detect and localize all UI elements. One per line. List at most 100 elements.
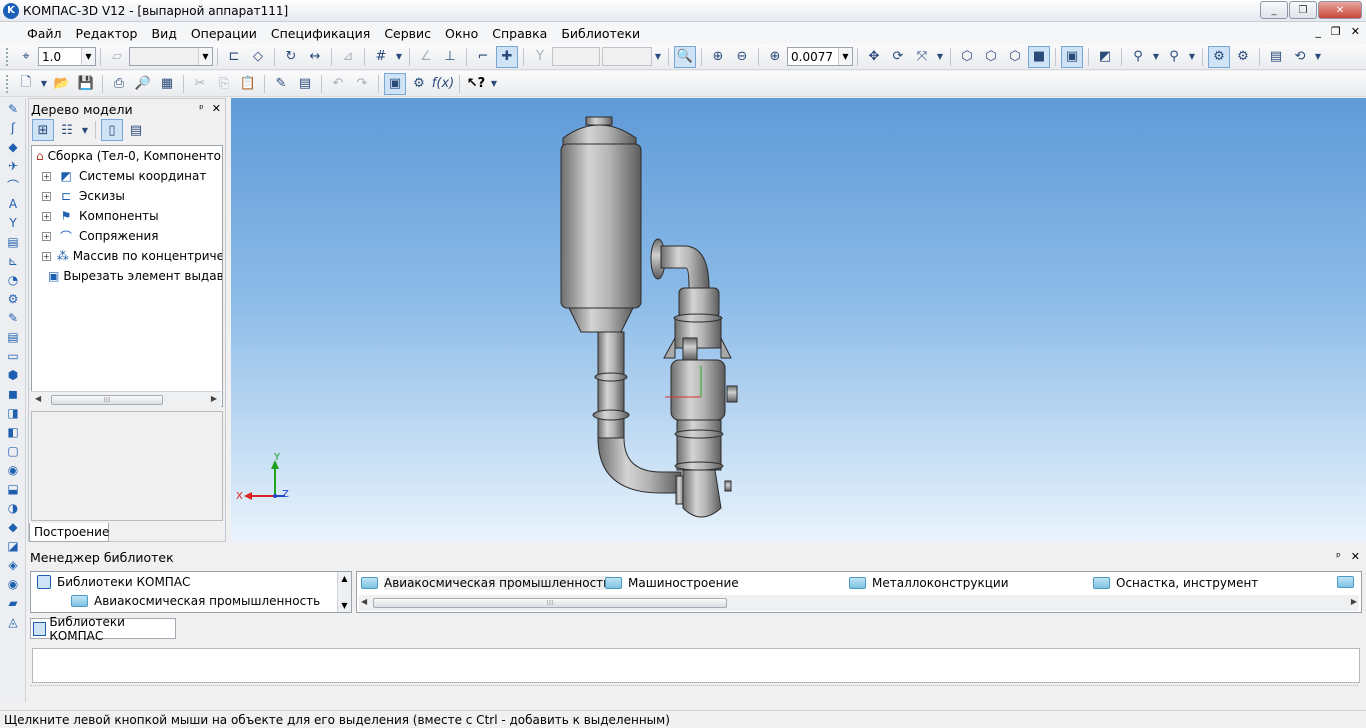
menu-service[interactable]: Сервис bbox=[377, 26, 438, 41]
close-icon[interactable]: ✕ bbox=[1351, 550, 1360, 563]
body-icon[interactable]: ◉ bbox=[3, 462, 23, 478]
measure-icon[interactable]: ⊾ bbox=[3, 253, 23, 269]
scroll-right-icon[interactable]: ▶ bbox=[1351, 597, 1357, 606]
panel-splitter[interactable] bbox=[30, 685, 1358, 699]
scroll-left-icon[interactable]: ◀ bbox=[35, 394, 41, 403]
chevron-down-icon[interactable]: ▼ bbox=[39, 73, 49, 95]
tree-item[interactable]: + ⚑ Компоненты bbox=[32, 206, 222, 226]
tab-kompas-libraries[interactable]: Библиотеки КОМПАС bbox=[30, 615, 176, 643]
print-icon[interactable]: ⎙ bbox=[108, 73, 130, 95]
analysis-icon[interactable]: ◔ bbox=[3, 272, 23, 288]
chevron-down-icon[interactable]: ▼ bbox=[394, 46, 404, 68]
manager-icon[interactable]: ▣ bbox=[384, 72, 406, 95]
scroll-thumb[interactable]: ⁞⁞⁞ bbox=[51, 395, 163, 405]
toolbar-grip[interactable] bbox=[6, 47, 10, 66]
evaporator-model[interactable] bbox=[231, 98, 1366, 542]
perspective-icon[interactable]: ◩ bbox=[1094, 46, 1116, 68]
spatial-curves-icon[interactable]: ʃ bbox=[3, 120, 23, 136]
scroll-left-icon[interactable]: ◀ bbox=[361, 597, 367, 606]
shaded-edges-icon[interactable]: ▣ bbox=[1061, 45, 1083, 68]
menu-specification[interactable]: Спецификация bbox=[264, 26, 377, 41]
library-tree-root[interactable]: Библиотеки КОМПАС bbox=[31, 572, 351, 591]
copy-icon[interactable]: ⎘ bbox=[213, 73, 235, 95]
tree-horizontal-scrollbar[interactable]: ◀ ⁞⁞⁞ ▶ bbox=[31, 391, 221, 407]
expand-icon[interactable]: + bbox=[42, 171, 51, 181]
local-cs-icon[interactable]: ⊏ bbox=[223, 46, 245, 68]
boolean-icon[interactable]: ◧ bbox=[3, 424, 23, 440]
auxiliary-geometry-icon[interactable]: ✈ bbox=[3, 158, 23, 174]
tab-construction[interactable]: Построение bbox=[29, 523, 109, 542]
maximize-button[interactable]: ❐ bbox=[1289, 1, 1317, 19]
library-item[interactable]: Машиностроение bbox=[605, 576, 739, 590]
rotate-part-icon[interactable]: ↻ bbox=[280, 46, 302, 68]
open-folder-icon[interactable]: 📂 bbox=[51, 73, 73, 95]
thin-lines-icon[interactable]: ⬡ bbox=[1004, 46, 1026, 68]
chevron-down-icon[interactable]: ▼ bbox=[80, 119, 90, 141]
scroll-up-icon[interactable]: ▲ bbox=[341, 574, 347, 583]
context-help-icon[interactable]: ↖? bbox=[465, 73, 487, 95]
redo-icon[interactable]: ↷ bbox=[351, 73, 373, 95]
wireframe-icon[interactable]: ⬡ bbox=[956, 46, 978, 68]
pin-icon[interactable]: ᵖ bbox=[199, 102, 204, 115]
minimize-button[interactable]: _ bbox=[1260, 1, 1288, 19]
selection-filters-icon[interactable]: Y bbox=[3, 215, 23, 231]
tree-item[interactable]: + ⌒ Сопряжения bbox=[32, 226, 222, 246]
close-button[interactable]: ✕ bbox=[1318, 1, 1362, 19]
loft-icon[interactable]: ⬓ bbox=[3, 481, 23, 497]
menu-window[interactable]: Окно bbox=[438, 26, 485, 41]
document-properties-icon[interactable]: ▤ bbox=[294, 73, 316, 95]
specification-icon[interactable]: ▤ bbox=[3, 234, 23, 250]
new-document-icon[interactable]: 🗋 bbox=[15, 73, 37, 95]
snap-point-icon[interactable]: ⌖ bbox=[15, 46, 37, 68]
insert-file-icon[interactable]: ▤ bbox=[3, 329, 23, 345]
library-item[interactable] bbox=[1337, 576, 1360, 588]
pan-icon[interactable]: ✥ bbox=[863, 46, 885, 68]
plane-icon[interactable]: ◇ bbox=[247, 46, 269, 68]
tree-item-root[interactable]: ⌂ Сборка (Тел-0, Компонентов bbox=[32, 146, 222, 166]
properties-icon[interactable]: ▤ bbox=[1265, 46, 1287, 68]
expand-icon[interactable]: + bbox=[42, 211, 51, 221]
assembly-tools-icon[interactable]: ⚙ bbox=[3, 291, 23, 307]
print-settings-icon[interactable]: ▦ bbox=[156, 73, 178, 95]
expand-icon[interactable]: + bbox=[42, 251, 51, 261]
shaded-icon[interactable]: ■ bbox=[1028, 45, 1050, 68]
save-icon[interactable]: 💾 bbox=[75, 73, 97, 95]
doc-close-button[interactable]: ✕ bbox=[1351, 25, 1360, 38]
tree-item[interactable]: + ◩ Системы координат bbox=[32, 166, 222, 186]
menu-operations[interactable]: Операции bbox=[184, 26, 264, 41]
pin-icon[interactable]: ᵖ bbox=[1336, 550, 1341, 563]
toolbar-overflow-icon[interactable]: ▼ bbox=[489, 73, 499, 95]
insert-component-icon[interactable]: ✎ bbox=[3, 310, 23, 326]
expand-icon[interactable]: + bbox=[42, 231, 51, 241]
zoom-out-icon[interactable]: ⊖ bbox=[731, 46, 753, 68]
chevron-down-icon[interactable]: ▼ bbox=[81, 48, 95, 65]
sheet-metal-icon[interactable]: ◼ bbox=[3, 386, 23, 402]
library-item[interactable]: Авиакосмическая промышленность bbox=[361, 576, 611, 590]
library-list-scrollbar[interactable]: ◀ ⁞⁞⁞ ▶ bbox=[359, 595, 1359, 611]
menu-file[interactable]: Файл bbox=[20, 26, 69, 41]
tree-item[interactable]: + ⁂ Массив по концентричес bbox=[32, 246, 222, 266]
zoom-combo[interactable]: 0.0077 ▼ bbox=[787, 47, 853, 66]
fasteners-icon[interactable]: ⬢ bbox=[3, 367, 23, 383]
move-part-icon[interactable]: ↔ bbox=[304, 46, 326, 68]
orientation-view-icon[interactable]: ⤧ bbox=[911, 46, 933, 68]
format-painter-icon[interactable]: ✎ bbox=[270, 73, 292, 95]
tree-structure-icon[interactable]: ⊞ bbox=[32, 119, 54, 141]
zoom-in-icon[interactable]: ⊕ bbox=[707, 46, 729, 68]
selection-filter-icon[interactable]: ⚲ bbox=[1163, 46, 1185, 68]
chevron-down-icon[interactable]: ▼ bbox=[935, 46, 945, 68]
tree-view-icon[interactable]: ☷ bbox=[56, 119, 78, 141]
doc-restore-button[interactable]: ❐ bbox=[1331, 25, 1341, 38]
toolbar-grip[interactable] bbox=[6, 74, 10, 93]
library-tree-scrollbar[interactable]: ▲ ▼ bbox=[337, 572, 351, 612]
cut-icon[interactable]: ✂ bbox=[189, 73, 211, 95]
doc-minimize-button[interactable]: _ bbox=[1315, 25, 1321, 38]
step-combo[interactable]: 1.0 ▼ bbox=[38, 47, 96, 66]
hole-icon[interactable]: ◉ bbox=[3, 576, 23, 592]
chevron-down-icon[interactable]: ▼ bbox=[838, 48, 852, 65]
expand-icon[interactable]: + bbox=[42, 191, 51, 201]
dimensions-icon[interactable]: A bbox=[3, 196, 23, 212]
rebuild-icon[interactable]: ⚙ bbox=[1232, 46, 1254, 68]
dynamic-rebuild-icon[interactable]: ⚙ bbox=[1208, 45, 1230, 68]
toolbar-overflow-icon[interactable]: ▼ bbox=[1313, 46, 1323, 68]
